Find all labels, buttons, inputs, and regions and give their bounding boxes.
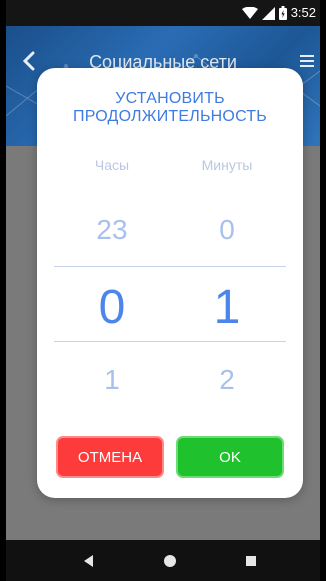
- menu-icon[interactable]: [300, 54, 314, 68]
- battery-icon: [278, 6, 287, 20]
- duration-dialog: УСТАНОВИТЬ ПРОДОЛЖИТЕЛЬНОСТЬ Часы Минуты…: [37, 68, 303, 498]
- picker-divider-top: [54, 266, 286, 267]
- back-triangle-icon[interactable]: [80, 552, 98, 570]
- hours-prev-value[interactable]: 23: [57, 214, 167, 246]
- dialog-title-line1: УСТАНОВИТЬ: [115, 90, 225, 107]
- minutes-selected-value[interactable]: 1: [172, 280, 282, 335]
- minutes-label: Минуты: [201, 157, 253, 173]
- wifi-icon: [241, 6, 258, 19]
- dialog-title-line2: ПРОДОЛЖИТЕЛЬНОСТЬ: [73, 108, 267, 125]
- hours-next-value[interactable]: 1: [57, 364, 167, 396]
- minutes-next-value[interactable]: 2: [172, 364, 282, 396]
- hours-selected-value[interactable]: 0: [57, 280, 167, 335]
- dialog-title: УСТАНОВИТЬ ПРОДОЛЖИТЕЛЬНОСТЬ: [37, 90, 303, 126]
- home-circle-icon[interactable]: [161, 552, 179, 570]
- hours-label: Часы: [94, 157, 130, 173]
- status-bar: 3:52: [6, 0, 320, 26]
- phone-screen: 3:52 Социальные сети УСТАНОВИТЬ ПРОДОЛЖИ…: [6, 0, 320, 581]
- status-time: 3:52: [290, 5, 316, 20]
- picker-divider-bottom: [54, 341, 286, 342]
- signal-icon: [261, 6, 275, 20]
- system-nav-bar: [6, 540, 320, 581]
- minutes-prev-value[interactable]: 0: [172, 214, 282, 246]
- ok-button[interactable]: OK: [176, 436, 284, 478]
- cancel-button[interactable]: ОТМЕНА: [56, 436, 164, 478]
- recents-square-icon[interactable]: [242, 552, 260, 570]
- status-icons: 3:52: [241, 5, 316, 21]
